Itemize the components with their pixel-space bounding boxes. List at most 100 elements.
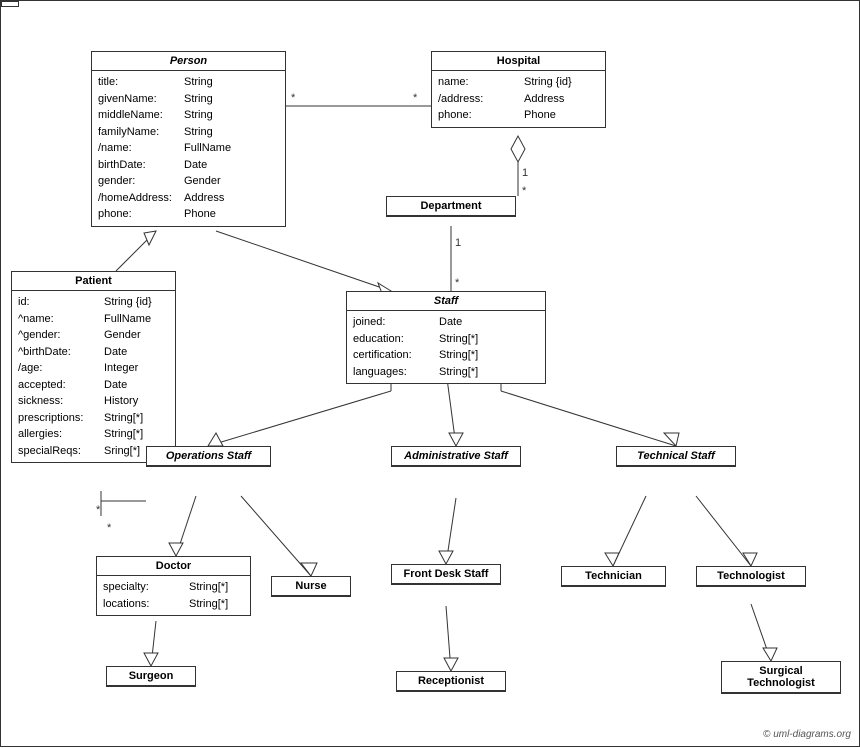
class-front_desk_staff: Front Desk Staff	[391, 564, 501, 585]
attr-row: accepted:Date	[18, 377, 169, 394]
attr-name: allergies:	[18, 426, 98, 443]
attr-type: History	[104, 393, 138, 410]
class-header-technologist: Technologist	[697, 567, 805, 586]
attr-type: Integer	[104, 360, 138, 377]
attr-name: ^birthDate:	[18, 344, 98, 361]
attr-row: ^birthDate: Date	[18, 344, 169, 361]
svg-text:1: 1	[455, 237, 461, 249]
attr-row: certification:String[*]	[353, 347, 539, 364]
attr-type: String[*]	[189, 596, 228, 613]
attr-type: String	[184, 124, 213, 141]
attr-name: specialReqs:	[18, 443, 98, 460]
attr-type: Phone	[524, 107, 556, 124]
attr-row: locations: String[*]	[103, 596, 244, 613]
attr-name: accepted:	[18, 377, 98, 394]
class-header-surgical_technologist: Surgical Technologist	[722, 662, 840, 693]
class-header-doctor: Doctor	[97, 557, 250, 576]
attr-type: Date	[104, 344, 127, 361]
class-hospital: Hospitalname:String {id}/address:Address…	[431, 51, 606, 128]
attr-type: Date	[184, 157, 207, 174]
class-body-doctor: specialty: String[*] locations: String[*]	[97, 576, 250, 615]
svg-text:*: *	[522, 185, 527, 197]
attr-name: middleName:	[98, 107, 178, 124]
attr-type: String {id}	[104, 294, 152, 311]
class-technical_staff: Technical Staff	[616, 446, 736, 467]
attr-row: /name: FullName	[98, 140, 279, 157]
class-header-technical_staff: Technical Staff	[617, 447, 735, 466]
attr-type: String[*]	[189, 579, 228, 596]
class-surgical_technologist: Surgical Technologist	[721, 661, 841, 694]
class-header-operations_staff: Operations Staff	[147, 447, 270, 466]
attr-name: title:	[98, 74, 178, 91]
class-receptionist: Receptionist	[396, 671, 506, 692]
attr-type: Gender	[184, 173, 221, 190]
attr-row: ^name:FullName	[18, 311, 169, 328]
attr-name: phone:	[438, 107, 518, 124]
attr-row: /homeAddress:Address	[98, 190, 279, 207]
attr-row: gender: Gender	[98, 173, 279, 190]
attr-name: name:	[438, 74, 518, 91]
attr-name: /name:	[98, 140, 178, 157]
class-header-technician: Technician	[562, 567, 665, 586]
attr-name: familyName:	[98, 124, 178, 141]
attr-row: specialty: String[*]	[103, 579, 244, 596]
class-administrative_staff: Administrative Staff	[391, 446, 521, 467]
class-nurse: Nurse	[271, 576, 351, 597]
svg-text:*: *	[455, 277, 460, 289]
class-operations_staff: Operations Staff	[146, 446, 271, 467]
class-header-nurse: Nurse	[272, 577, 350, 596]
svg-text:1: 1	[522, 167, 528, 179]
class-header-department: Department	[387, 197, 515, 216]
attr-row: joined:Date	[353, 314, 539, 331]
attr-row: middleName: String	[98, 107, 279, 124]
class-surgeon: Surgeon	[106, 666, 196, 687]
attr-row: education:String[*]	[353, 331, 539, 348]
attr-type: Gender	[104, 327, 141, 344]
attr-type: String	[184, 91, 213, 108]
attr-name: ^name:	[18, 311, 98, 328]
attr-name: /age:	[18, 360, 98, 377]
attr-type: FullName	[184, 140, 231, 157]
attr-type: Phone	[184, 206, 216, 223]
attr-row: id: String {id}	[18, 294, 169, 311]
attr-name: specialty:	[103, 579, 183, 596]
class-body-hospital: name:String {id}/address:Addressphone:Ph…	[432, 71, 605, 127]
attr-name: certification:	[353, 347, 433, 364]
attr-row: allergies:String[*]	[18, 426, 169, 443]
class-header-patient: Patient	[12, 272, 175, 291]
class-body-person: title: String givenName: String middleName: S…	[92, 71, 285, 226]
class-body-patient: id: String {id}^name:FullName^gender: Gend…	[12, 291, 175, 462]
attr-type: Address	[524, 91, 564, 108]
attr-name: id:	[18, 294, 98, 311]
attr-type: String[*]	[104, 410, 143, 427]
attr-name: gender:	[98, 173, 178, 190]
class-header-receptionist: Receptionist	[397, 672, 505, 691]
attr-name: joined:	[353, 314, 433, 331]
attr-type: String	[184, 107, 213, 124]
attr-row: ^gender: Gender	[18, 327, 169, 344]
attr-name: locations:	[103, 596, 183, 613]
class-header-person: Person	[92, 52, 285, 71]
attr-name: birthDate:	[98, 157, 178, 174]
attr-row: name: String {id}	[438, 74, 599, 91]
attr-name: languages:	[353, 364, 433, 381]
attr-row: title: String	[98, 74, 279, 91]
attr-type: Address	[184, 190, 224, 207]
attr-name: phone:	[98, 206, 178, 223]
class-patient: Patient id: String {id}^name:FullName^gend…	[11, 271, 176, 463]
attr-name: givenName:	[98, 91, 178, 108]
class-header-staff: Staff	[347, 292, 545, 311]
copyright-label: © uml-diagrams.org	[763, 729, 851, 740]
attr-name: ^gender:	[18, 327, 98, 344]
attr-row: languages: String[*]	[353, 364, 539, 381]
class-technician: Technician	[561, 566, 666, 587]
attr-type: String {id}	[524, 74, 572, 91]
class-header-administrative_staff: Administrative Staff	[392, 447, 520, 466]
attr-type: String	[184, 74, 213, 91]
class-doctor: Doctor specialty: String[*] locations: Strin…	[96, 556, 251, 616]
attr-row: prescriptions:String[*]	[18, 410, 169, 427]
attr-row: givenName: String	[98, 91, 279, 108]
attr-type: String[*]	[439, 364, 478, 381]
attr-row: phone: Phone	[98, 206, 279, 223]
diagram-title	[1, 1, 19, 7]
